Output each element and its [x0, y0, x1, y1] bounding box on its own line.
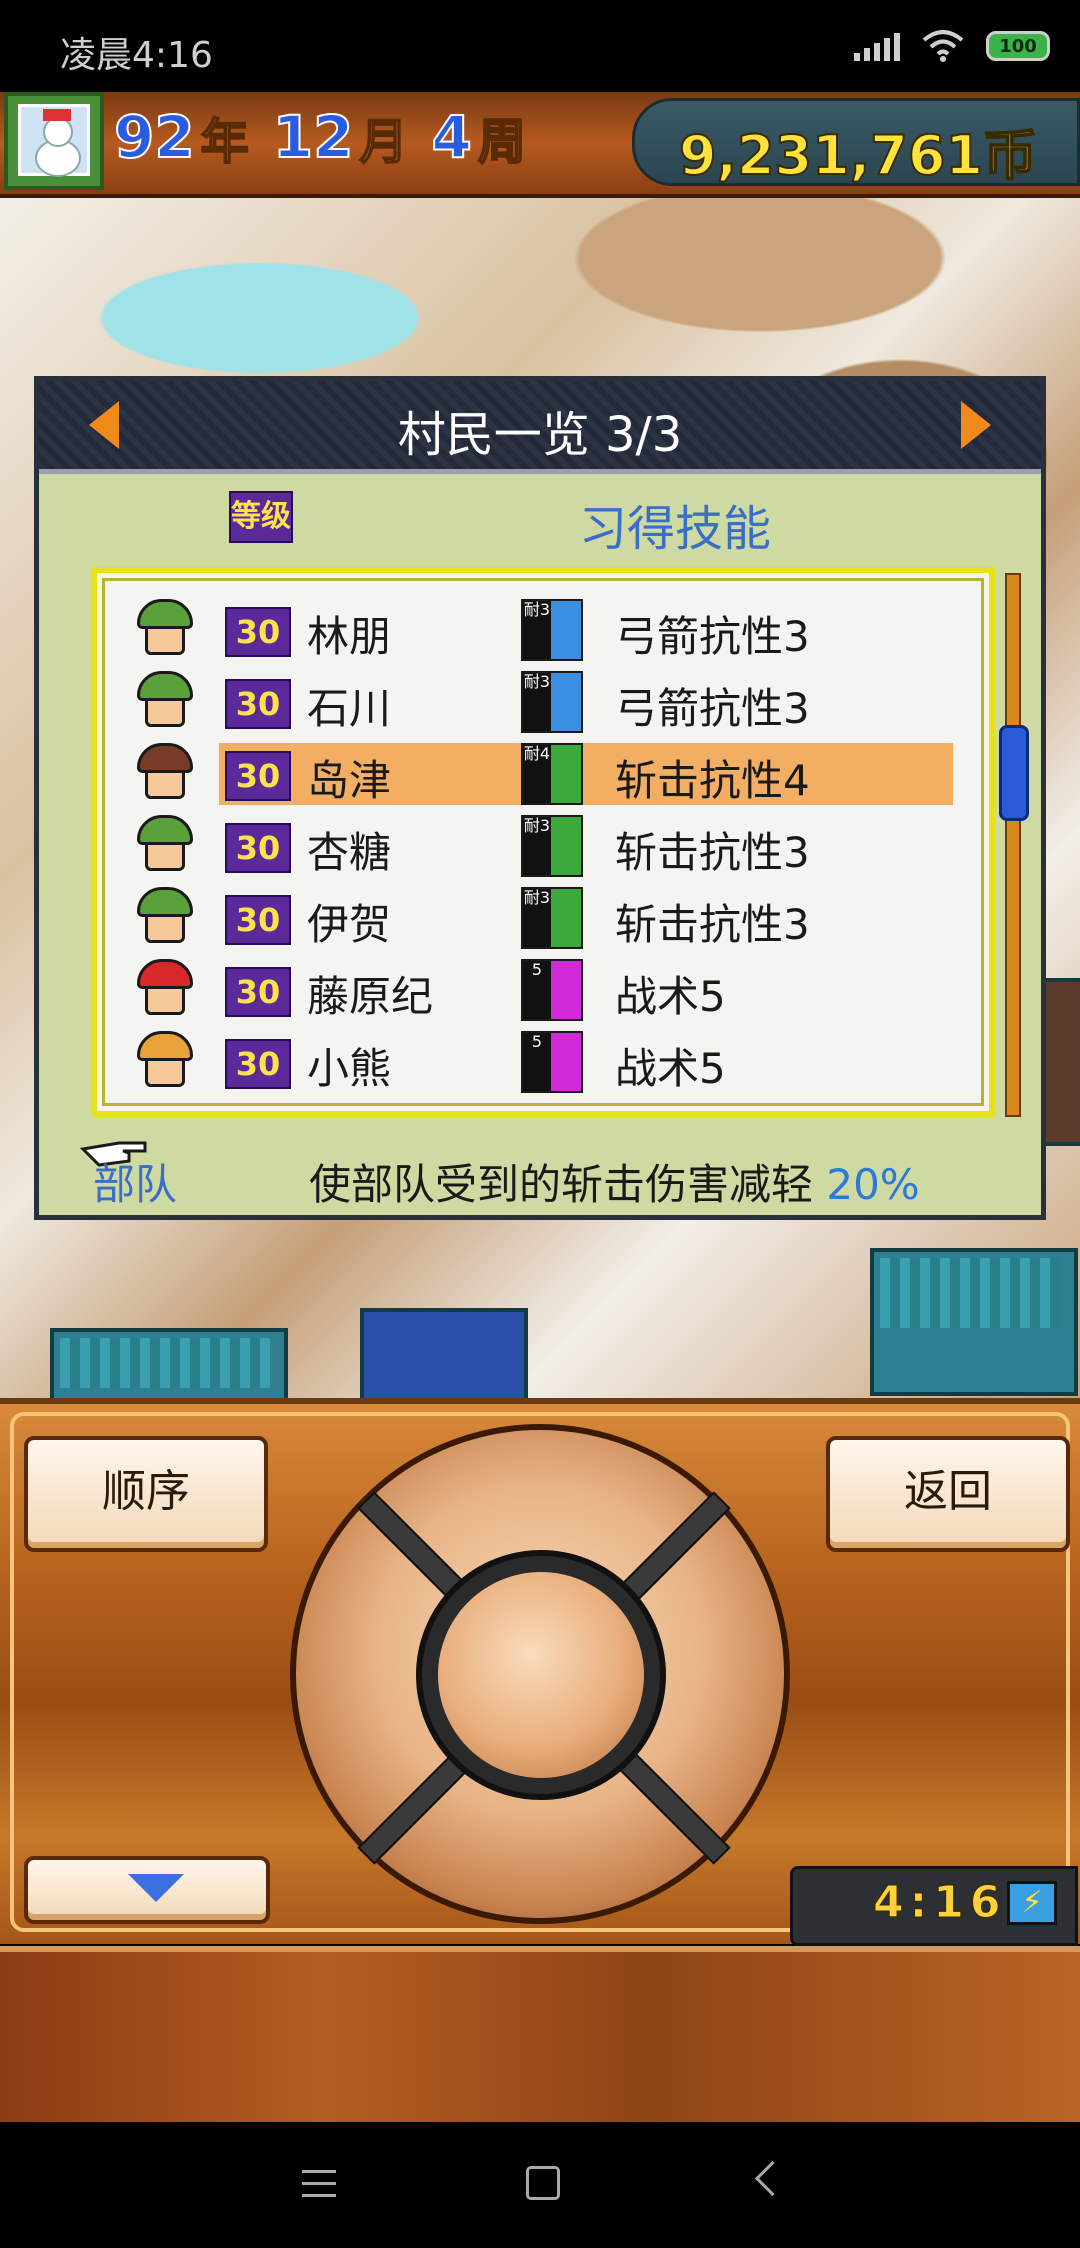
back-icon[interactable]	[754, 2160, 791, 2197]
skill-name: 斩击抗性4	[615, 756, 810, 805]
money-value: 9,231,761币	[678, 123, 1038, 188]
month-unit: 月	[358, 113, 408, 171]
status-time: 凌晨4:16	[60, 35, 213, 76]
home-icon[interactable]	[526, 2166, 560, 2200]
map-building	[360, 1308, 528, 1398]
wifi-icon	[922, 30, 964, 62]
money-display: 9,231,761币	[632, 98, 1080, 188]
game-clock: 4:16 ⚡	[790, 1866, 1078, 1946]
skill-name: 斩击抗性3	[615, 900, 810, 949]
signal-icon	[854, 31, 900, 61]
villager-name: 伊贺	[307, 900, 392, 949]
skill-icon: 耐3	[521, 599, 583, 661]
battery-charging-icon: ⚡	[1007, 1881, 1057, 1925]
villager-name: 石川	[307, 684, 392, 733]
snowman-icon	[18, 104, 90, 177]
next-page-arrow-icon[interactable]	[961, 401, 991, 449]
villager-avatar	[135, 743, 195, 805]
status-icons: 100	[854, 30, 1050, 62]
skill-tag: 5	[523, 1033, 551, 1091]
villager-row[interactable]: 30 伊贺 耐3 斩击抗性3	[109, 887, 989, 955]
villager-avatar	[135, 887, 195, 949]
villager-level: 30	[225, 895, 291, 945]
villager-level: 30	[225, 823, 291, 873]
skill-name: 弓箭抗性3	[615, 612, 810, 661]
level-column-header[interactable]: 等级	[229, 491, 293, 543]
back-button[interactable]: 返回	[826, 1436, 1070, 1552]
scroll-down-button[interactable]	[24, 1856, 270, 1924]
skill-name: 弓箭抗性3	[615, 684, 810, 733]
skill-icon: 耐3	[521, 887, 583, 949]
villager-row[interactable]: 30 小熊 5 战术5	[109, 1031, 989, 1099]
villager-name: 岛津	[307, 756, 392, 805]
villager-avatar	[135, 1031, 195, 1093]
panel-title: 村民一览 3/3	[397, 407, 683, 463]
villager-level: 30	[225, 967, 291, 1017]
map-roof	[60, 1338, 270, 1388]
battery-icon: 100	[986, 31, 1050, 61]
villager-level: 30	[225, 607, 291, 657]
villager-level: 30	[225, 679, 291, 729]
skill-name: 战术5	[615, 972, 726, 1021]
villager-avatar	[135, 599, 195, 661]
order-button[interactable]: 顺序	[24, 1436, 268, 1552]
skill-tag: 耐3	[523, 673, 551, 731]
control-panel: 顺序 返回 4:16 ⚡	[0, 1398, 1080, 1946]
villager-avatar	[135, 815, 195, 877]
desc-category: 部队	[93, 1160, 178, 1209]
dpad[interactable]	[290, 1424, 790, 1924]
lower-wood-panel	[0, 1946, 1080, 2128]
skill-tag: 耐4	[523, 745, 551, 803]
navigation-bar	[0, 2122, 1080, 2248]
villager-avatar	[135, 671, 195, 733]
scrollbar[interactable]	[1005, 573, 1021, 1117]
week-value: 4	[430, 102, 472, 172]
skill-icon: 耐4	[521, 743, 583, 805]
skill-description-text: 使部队受到的斩击伤害减轻	[309, 1160, 827, 1209]
skill-tag: 耐3	[523, 817, 551, 875]
villager-row[interactable]: 30 岛津 耐4 斩击抗性4	[109, 743, 989, 811]
game-date: 92 年 12 月 4 周	[113, 102, 544, 172]
clock-time: 4:16	[872, 1877, 1007, 1929]
month-value: 12	[272, 102, 355, 172]
map-roof	[880, 1258, 1060, 1328]
skill-icon: 耐3	[521, 815, 583, 877]
skill-column-header[interactable]: 习得技能	[579, 489, 771, 559]
dpad-center-button[interactable]	[438, 1572, 644, 1778]
villager-level: 30	[225, 751, 291, 801]
menu-icon[interactable]	[302, 2170, 336, 2198]
villager-avatar	[135, 959, 195, 1021]
villager-row[interactable]: 30 石川 耐3 弓箭抗性3	[109, 671, 989, 739]
villager-name: 藤原纪	[307, 972, 434, 1021]
week-unit: 周	[477, 113, 527, 171]
status-bar: 凌晨4:16 100	[0, 0, 1080, 95]
down-arrow-icon	[128, 1874, 184, 1902]
skill-description: 使部队受到的斩击伤害减轻 20%	[309, 1151, 920, 1212]
panel-header: 村民一览 3/3	[39, 381, 1041, 474]
skill-name: 斩击抗性3	[615, 828, 810, 877]
villager-name: 林朋	[307, 612, 392, 661]
skill-icon: 5	[521, 1031, 583, 1093]
skill-description-percent: 20%	[826, 1160, 920, 1209]
year-value: 92	[113, 102, 196, 172]
year-unit: 年	[200, 113, 250, 171]
villager-row[interactable]: 30 林朋 耐3 弓箭抗性3	[109, 599, 989, 667]
skill-tag: 耐3	[523, 601, 551, 659]
skill-tag: 耐3	[523, 889, 551, 947]
villager-panel: 村民一览 3/3 等级 习得技能 30 林朋 耐3 弓箭抗性3 30 石川 耐3 弓箭抗性3 3…	[34, 376, 1046, 1220]
skill-icon: 耐3	[521, 671, 583, 733]
top-hud: 92 年 12 月 4 周 9,231,761币	[0, 92, 1080, 198]
villager-row[interactable]: 30 藤原纪 5 战术5	[109, 959, 989, 1027]
skill-name: 战术5	[615, 1044, 726, 1093]
villager-level: 30	[225, 1039, 291, 1089]
season-portrait[interactable]	[4, 92, 104, 190]
villager-name: 小熊	[307, 1044, 392, 1093]
skill-tag: 5	[523, 961, 551, 1019]
scroll-thumb[interactable]	[999, 725, 1029, 821]
skill-icon: 5	[521, 959, 583, 1021]
villager-row[interactable]: 30 杏糖 耐3 斩击抗性3	[109, 815, 989, 883]
villager-name: 杏糖	[307, 828, 392, 877]
